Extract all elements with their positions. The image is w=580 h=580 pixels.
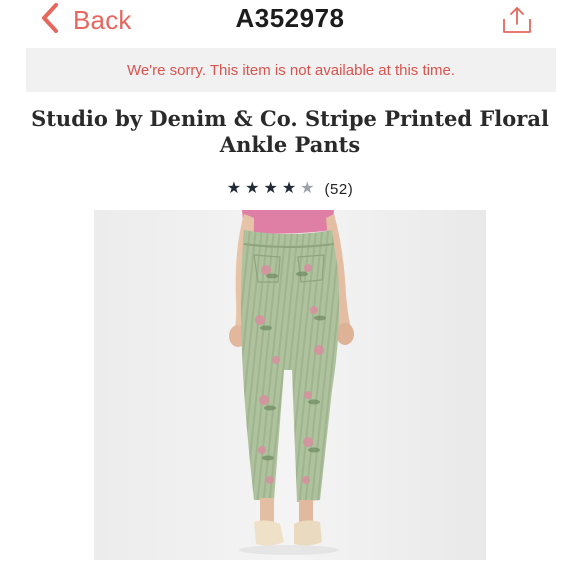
product-rating[interactable]: ★ ★ ★ ★ ★ (52) bbox=[0, 179, 580, 199]
product-title: Studio by Denim & Co. Stripe Printed Flo… bbox=[31, 106, 549, 157]
item-number: A352978 bbox=[235, 3, 345, 33]
share-button[interactable] bbox=[501, 5, 533, 35]
review-count: (52) bbox=[324, 180, 354, 198]
star-filled-icon: ★ bbox=[245, 180, 260, 197]
star-filled-icon: ★ bbox=[263, 180, 278, 197]
product-image[interactable] bbox=[94, 210, 486, 560]
star-empty-icon: ★ bbox=[300, 180, 315, 197]
star-filled-icon: ★ bbox=[281, 180, 297, 197]
unavailable-alert-banner: We're sorry. This item is not available … bbox=[26, 48, 556, 92]
alert-message: We're sorry. This item is not available … bbox=[127, 61, 455, 79]
share-icon bbox=[501, 7, 533, 39]
top-nav-bar: Back A352978 bbox=[0, 0, 580, 42]
star-rating: ★ ★ ★ ★ ★ bbox=[227, 179, 319, 199]
star-filled-icon: ★ bbox=[226, 180, 242, 197]
